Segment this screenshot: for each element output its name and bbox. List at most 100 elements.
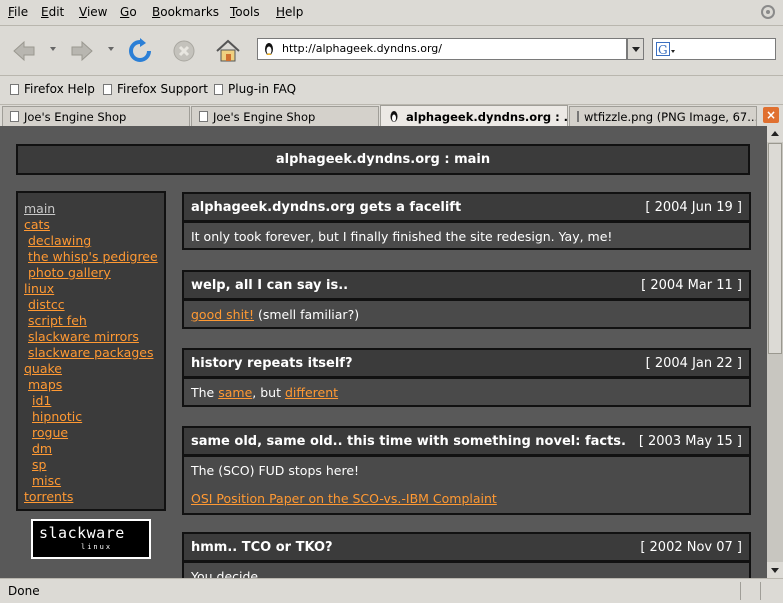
tab-bar: Joe's Engine Shop Joe's Engine Shop alph… — [0, 104, 783, 127]
nav-slackware-packages[interactable]: slackware packages — [28, 345, 153, 360]
forward-icon[interactable] — [68, 38, 96, 64]
post-title: same old, same old.. this time with some… — [191, 434, 626, 449]
nav-torrents[interactable]: torrents — [24, 489, 73, 504]
bookmarks-toolbar: Firefox Help Firefox Support Plug-in FAQ — [0, 75, 783, 102]
post-link-different[interactable]: different — [285, 385, 338, 400]
nav-script-feh[interactable]: script feh — [28, 313, 87, 328]
post-body: good shit! (smell familiar?) — [182, 299, 751, 329]
post-title: history repeats itself? — [191, 356, 353, 371]
post-title: welp, all I can say is.. — [191, 278, 349, 293]
nav-misc[interactable]: misc — [32, 473, 61, 488]
post-header: welp, all I can say is.. [ 2004 Mar 11 ] — [182, 270, 751, 300]
page-icon — [199, 111, 208, 122]
menu-bookmarks[interactable]: Bookmarks — [152, 5, 219, 19]
post-link[interactable]: good shit! — [191, 307, 254, 322]
google-search-engine-icon[interactable]: G — [656, 42, 676, 57]
slackware-logo-text: slackware — [39, 524, 125, 542]
forward-dropdown-icon[interactable] — [108, 47, 114, 51]
page-icon — [10, 111, 19, 122]
menu-file[interactable]: File — [8, 5, 28, 19]
throbber-icon — [761, 5, 775, 19]
status-divider — [740, 582, 741, 600]
close-tab-icon[interactable]: × — [763, 107, 779, 123]
nav-linux[interactable]: linux — [24, 281, 54, 296]
post-body: It only took forever, but I finally fini… — [182, 221, 751, 250]
bookmark-firefox-help[interactable]: Firefox Help — [10, 82, 95, 96]
post-text: You decide — [191, 569, 259, 578]
nav-dm[interactable]: dm — [32, 441, 52, 456]
bookmark-plugin-faq[interactable]: Plug-in FAQ — [214, 82, 296, 96]
nav-id1[interactable]: id1 — [32, 393, 51, 408]
scrollbar-thumb[interactable] — [768, 143, 782, 354]
post-text: good shit! (smell familiar?) — [191, 307, 360, 322]
back-dropdown-icon[interactable] — [50, 47, 56, 51]
sidebar-nav: main cats declawing the whisp's pedigree… — [16, 191, 166, 511]
post-date: [ 2004 Mar 11 ] — [641, 278, 742, 293]
nav-quake[interactable]: quake — [24, 361, 62, 376]
back-icon[interactable] — [10, 38, 38, 64]
nav-rogue[interactable]: rogue — [32, 425, 68, 440]
page-icon — [577, 111, 579, 122]
reload-icon[interactable] — [126, 38, 154, 64]
nav-slackware-mirrors[interactable]: slackware mirrors — [28, 329, 139, 344]
menu-tools[interactable]: Tools — [230, 5, 260, 19]
tab-joes-engine-shop-1[interactable]: Joe's Engine Shop — [2, 106, 190, 126]
chevron-down-icon — [632, 47, 640, 52]
post-header: alphageek.dyndns.org gets a facelift [ 2… — [182, 192, 751, 222]
bookmark-firefox-support[interactable]: Firefox Support — [103, 82, 208, 96]
nav-cats[interactable]: cats — [24, 217, 50, 232]
post-body: The (SCO) FUD stops here! OSI Position P… — [182, 455, 751, 515]
post-body: You decide — [182, 561, 751, 578]
url-text: http://alphageek.dyndns.org/ — [282, 42, 442, 55]
menu-go[interactable]: Go — [120, 5, 137, 19]
nav-sp[interactable]: sp — [32, 457, 46, 472]
menu-edit[interactable]: Edit — [41, 5, 64, 19]
page-content: alphageek.dyndns.org : main main cats de… — [0, 126, 767, 578]
nav-hipnotic[interactable]: hipnotic — [32, 409, 82, 424]
post-text: The (SCO) FUD stops here! — [191, 463, 360, 478]
tab-alphageek[interactable]: alphageek.dyndns.org : ... — [380, 105, 568, 127]
post-link-same[interactable]: same — [218, 385, 252, 400]
slackware-logo[interactable]: slackware linux — [31, 519, 151, 559]
menubar: File Edit View Go Bookmarks Tools Help — [0, 0, 783, 24]
slackware-logo-subtext: linux — [81, 543, 113, 551]
post-title: hmm.. TCO or TKO? — [191, 540, 333, 555]
post-header: same old, same old.. this time with some… — [182, 426, 751, 456]
page-icon — [214, 83, 223, 95]
nav-distcc[interactable]: distcc — [28, 297, 65, 312]
post-date: [ 2003 May 15 ] — [638, 434, 742, 449]
nav-photo-gallery[interactable]: photo gallery — [28, 265, 111, 280]
status-divider — [760, 582, 761, 600]
post-date: [ 2004 Jun 19 ] — [645, 200, 742, 215]
post-text: It only took forever, but I finally fini… — [191, 229, 613, 244]
status-bar: Done — [0, 578, 783, 603]
nav-declawing[interactable]: declawing — [28, 233, 91, 248]
post-title: alphageek.dyndns.org gets a facelift — [191, 200, 462, 215]
status-text: Done — [8, 584, 40, 598]
nav-whisps-pedigree[interactable]: the whisp's pedigree — [28, 249, 158, 264]
post-link-osi-paper[interactable]: OSI Position Paper on the SCO-vs.-IBM Co… — [191, 491, 497, 506]
page-icon — [10, 83, 19, 95]
url-dropdown-button[interactable] — [627, 38, 644, 60]
post-text: The same, but different — [191, 385, 339, 400]
post-header: hmm.. TCO or TKO? [ 2002 Nov 07 ] — [182, 532, 751, 562]
url-bar[interactable]: http://alphageek.dyndns.org/ — [257, 38, 627, 60]
tab-wtfizzle[interactable]: wtfizzle.png (PNG Image, 67... — [569, 106, 757, 126]
page-title: alphageek.dyndns.org : main — [16, 144, 750, 175]
stop-icon[interactable] — [170, 38, 198, 64]
scroll-up-icon[interactable] — [767, 126, 783, 142]
page-icon — [103, 83, 112, 95]
post-body: The same, but different — [182, 377, 751, 407]
scroll-down-icon[interactable] — [767, 562, 783, 578]
search-input[interactable]: G — [652, 38, 776, 60]
menu-help[interactable]: Help — [276, 5, 303, 19]
svg-text:G: G — [658, 43, 668, 57]
tux-icon — [265, 43, 273, 55]
post-date: [ 2004 Jan 22 ] — [645, 356, 742, 371]
nav-maps[interactable]: maps — [28, 377, 62, 392]
post-header: history repeats itself? [ 2004 Jan 22 ] — [182, 348, 751, 378]
home-icon[interactable] — [214, 38, 242, 64]
tab-joes-engine-shop-2[interactable]: Joe's Engine Shop — [191, 106, 379, 126]
nav-main[interactable]: main — [24, 201, 55, 216]
menu-view[interactable]: View — [79, 5, 107, 19]
